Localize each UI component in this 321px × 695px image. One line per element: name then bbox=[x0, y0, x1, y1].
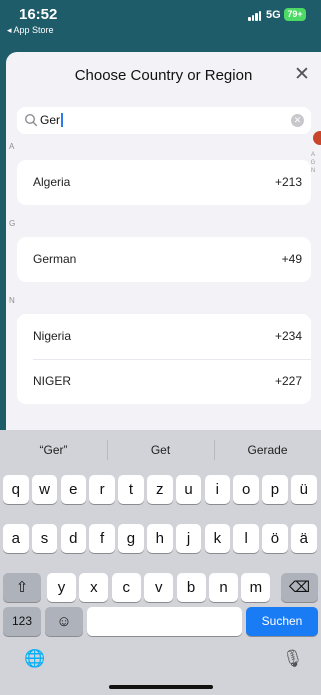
key-x[interactable]: x bbox=[79, 573, 109, 602]
country-name: German bbox=[33, 252, 77, 266]
key-u[interactable]: u bbox=[175, 475, 202, 504]
key-c[interactable]: c bbox=[111, 573, 141, 602]
clear-search-icon[interactable]: ✕ bbox=[291, 114, 304, 127]
keyboard: “Ger” Get Gerade ⇧ ⌫ 123 ☺ Suchen 🌐 🎙 qw… bbox=[0, 430, 321, 695]
suggestion-2[interactable]: Get bbox=[107, 443, 214, 457]
country-row-nigeria[interactable]: Nigeria +234 bbox=[17, 314, 311, 359]
key-v[interactable]: v bbox=[144, 573, 174, 602]
close-button[interactable]: ✕ bbox=[290, 63, 314, 87]
dial-code: +234 bbox=[274, 329, 302, 343]
text-cursor bbox=[61, 113, 64, 127]
country-name: Algeria bbox=[33, 175, 71, 189]
key-m[interactable]: m bbox=[241, 573, 271, 602]
key-h[interactable]: h bbox=[147, 524, 173, 553]
key-s[interactable]: s bbox=[31, 524, 58, 553]
country-name: NIGER bbox=[33, 374, 72, 388]
index-letter-a[interactable]: A bbox=[308, 151, 318, 159]
key-n[interactable]: n bbox=[209, 573, 238, 602]
back-to-app-store[interactable]: ◂ App Store bbox=[7, 25, 54, 36]
space-key[interactable] bbox=[87, 607, 242, 636]
suggestion-1[interactable]: “Ger” bbox=[0, 443, 107, 457]
index-letter-g[interactable]: G bbox=[308, 159, 318, 167]
key-o[interactable]: o bbox=[233, 475, 259, 504]
key-p[interactable]: p bbox=[262, 475, 288, 504]
section-header-a: A bbox=[9, 142, 15, 151]
key-y[interactable]: y bbox=[47, 573, 76, 602]
key-f[interactable]: f bbox=[89, 524, 115, 553]
dial-code: +213 bbox=[274, 175, 302, 189]
numbers-key[interactable]: 123 bbox=[3, 607, 41, 636]
key-i[interactable]: i bbox=[204, 475, 231, 504]
country-row-niger[interactable]: NIGER +227 bbox=[17, 359, 311, 404]
delete-key[interactable]: ⌫ bbox=[281, 573, 318, 602]
shift-key[interactable]: ⇧ bbox=[3, 573, 41, 602]
key-g[interactable]: g bbox=[118, 524, 144, 553]
search-value: Ger bbox=[40, 113, 61, 127]
key-ä[interactable]: ä bbox=[291, 524, 317, 553]
sheet-title: Choose Country or Region bbox=[74, 67, 253, 84]
country-row-german[interactable]: German +49 bbox=[17, 237, 311, 282]
country-row-algeria[interactable]: Algeria +213 bbox=[17, 160, 311, 205]
key-t[interactable]: t bbox=[118, 475, 144, 504]
section-header-g: G bbox=[9, 219, 16, 228]
key-e[interactable]: e bbox=[60, 475, 87, 504]
status-time: 16:52 bbox=[19, 6, 58, 23]
search-return-key[interactable]: Suchen bbox=[246, 607, 318, 636]
signal-icon bbox=[248, 11, 262, 21]
key-r[interactable]: r bbox=[89, 475, 115, 504]
suggestion-3[interactable]: Gerade bbox=[214, 443, 321, 457]
country-name: Nigeria bbox=[33, 329, 72, 343]
key-ü[interactable]: ü bbox=[291, 475, 317, 504]
country-group-g: German +49 bbox=[17, 237, 311, 282]
key-d[interactable]: d bbox=[60, 524, 87, 553]
search-input[interactable]: Ger ✕ bbox=[17, 107, 311, 134]
key-z[interactable]: z bbox=[147, 475, 173, 504]
index-scrubber-dot[interactable] bbox=[313, 131, 321, 145]
dial-code: +49 bbox=[281, 252, 302, 266]
key-k[interactable]: k bbox=[204, 524, 231, 553]
key-j[interactable]: j bbox=[175, 524, 202, 553]
section-index[interactable]: A G N bbox=[308, 151, 318, 175]
key-w[interactable]: w bbox=[31, 475, 58, 504]
status-bar: 16:52 ◂ App Store 5G 79+ bbox=[0, 0, 321, 46]
key-b[interactable]: b bbox=[176, 573, 206, 602]
key-q[interactable]: q bbox=[3, 475, 29, 504]
dial-code: +227 bbox=[274, 374, 302, 388]
search-icon bbox=[24, 113, 38, 127]
key-l[interactable]: l bbox=[233, 524, 259, 553]
country-group-a: Algeria +213 bbox=[17, 160, 311, 205]
index-letter-n[interactable]: N bbox=[308, 167, 318, 175]
battery-icon: 79+ bbox=[284, 8, 306, 21]
network-type: 5G bbox=[266, 9, 281, 21]
key-a[interactable]: a bbox=[3, 524, 29, 553]
section-header-n: N bbox=[9, 296, 15, 305]
suggestion-bar: “Ger” Get Gerade bbox=[0, 430, 321, 470]
key-ö[interactable]: ö bbox=[262, 524, 288, 553]
emoji-key[interactable]: ☺ bbox=[45, 607, 83, 636]
globe-icon[interactable]: 🌐 bbox=[24, 649, 45, 669]
country-group-n: Nigeria +234 NIGER +227 bbox=[17, 314, 311, 404]
home-indicator bbox=[109, 685, 213, 689]
microphone-icon[interactable]: 🎙 bbox=[282, 649, 304, 669]
